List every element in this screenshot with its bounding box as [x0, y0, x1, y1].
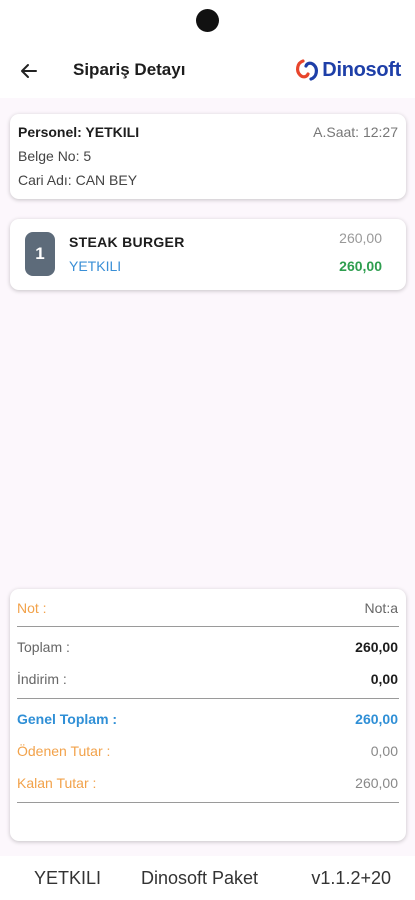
- item-total-price: 260,00: [339, 258, 382, 274]
- app-bar: Sipariş Detayı Dinosoft: [0, 44, 415, 98]
- footer-version: v1.1.2+20: [311, 868, 391, 888]
- cari-adi: Cari Adı: CAN BEY: [18, 172, 138, 188]
- page-title: Sipariş Detayı: [73, 60, 186, 79]
- footer-user: YETKILI: [34, 868, 102, 888]
- toplam-label: Toplam :: [17, 639, 70, 655]
- order-time: A.Saat: 12:27: [313, 124, 398, 140]
- dinosoft-logo-icon: [296, 59, 319, 81]
- note-label: Not :: [17, 600, 47, 616]
- divider: [17, 698, 399, 699]
- genel-toplam-value: 260,00: [355, 711, 398, 727]
- summary-card: Not : Not:a Toplam : 260,00 İndirim : 0,…: [10, 589, 406, 841]
- item-user: YETKILI: [69, 258, 122, 274]
- odenen-label: Ödenen Tutar :: [17, 743, 111, 759]
- logo-text: Dinosoft: [322, 58, 401, 81]
- back-button[interactable]: [16, 58, 42, 84]
- indirim-label: İndirim :: [17, 671, 67, 687]
- personel-label: Personel: YETKILI: [18, 124, 140, 140]
- belge-no: Belge No: 5: [18, 148, 92, 164]
- footer-bar: YETKILI Dinosoft Paket v1.1.2+20: [0, 856, 415, 900]
- divider: [17, 802, 399, 803]
- toplam-value: 260,00: [355, 639, 398, 655]
- quantity-badge: 1: [25, 232, 55, 276]
- kalan-label: Kalan Tutar :: [17, 775, 97, 791]
- note-value: Not:a: [364, 600, 398, 616]
- brand-logo: Dinosoft: [294, 56, 401, 84]
- order-info-card: Personel: YETKILI A.Saat: 12:27 Belge No…: [10, 114, 406, 199]
- item-unit-price: 260,00: [339, 230, 382, 246]
- item-name: STEAK BURGER: [69, 234, 185, 250]
- list-item[interactable]: 1 STEAK BURGER YETKILI 260,00 260,00: [10, 219, 406, 290]
- divider: [17, 626, 399, 627]
- camera-cutout: [196, 9, 219, 32]
- genel-toplam-label: Genel Toplam :: [17, 711, 118, 727]
- odenen-value: 0,00: [370, 743, 398, 759]
- kalan-value: 260,00: [355, 775, 398, 791]
- arrow-left-icon: [21, 64, 37, 78]
- footer-app-name: Dinosoft Paket: [141, 868, 259, 888]
- status-bar: [0, 0, 415, 44]
- indirim-value: 0,00: [370, 671, 398, 687]
